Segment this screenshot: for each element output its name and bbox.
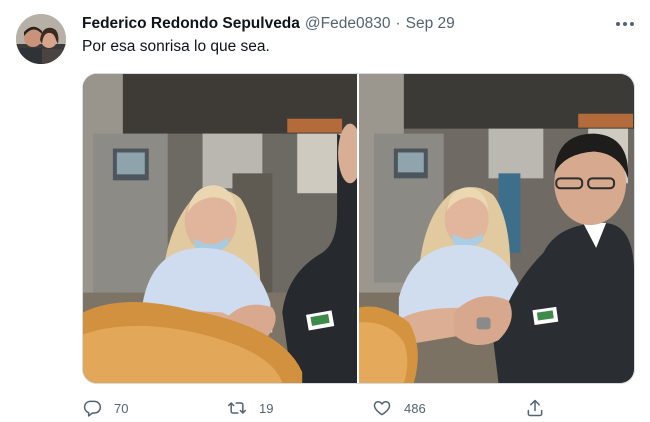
more-options-button[interactable] xyxy=(612,14,638,34)
author-name[interactable]: Federico Redondo Sepulveda xyxy=(82,15,300,33)
tweet-media xyxy=(82,73,635,384)
tweet-text: Por esa sonrisa lo que sea. xyxy=(82,38,270,55)
reply-count: 70 xyxy=(114,400,129,416)
avatar-photo xyxy=(16,14,66,64)
heart-icon xyxy=(373,401,391,416)
photo-2-image xyxy=(359,74,634,383)
like-count: 486 xyxy=(404,400,426,416)
more-horizontal-icon xyxy=(616,22,620,26)
reply-icon xyxy=(83,400,102,417)
retweet-count: 19 xyxy=(259,400,274,416)
tweet-date[interactable]: Sep 29 xyxy=(406,15,455,33)
photo-1-image xyxy=(83,74,357,383)
retweet-icon xyxy=(227,402,247,414)
avatar[interactable] xyxy=(16,14,66,64)
share-icon xyxy=(527,399,543,417)
share-button[interactable] xyxy=(525,396,545,420)
header-separator: · xyxy=(395,15,401,32)
author-handle[interactable]: @Fede0830 xyxy=(305,15,391,33)
tweet-header: Federico Redondo Sepulveda @Fede0830 · S… xyxy=(82,15,455,35)
tweet[interactable]: Federico Redondo Sepulveda @Fede0830 · S… xyxy=(0,0,650,422)
reply-button[interactable]: 70 xyxy=(82,396,128,420)
tweet-actions: 70 19 486 xyxy=(82,396,552,422)
retweet-button[interactable]: 19 xyxy=(227,396,273,420)
like-button[interactable]: 486 xyxy=(372,396,426,420)
media-photo-1[interactable] xyxy=(83,74,357,383)
media-photo-2[interactable] xyxy=(359,74,634,383)
